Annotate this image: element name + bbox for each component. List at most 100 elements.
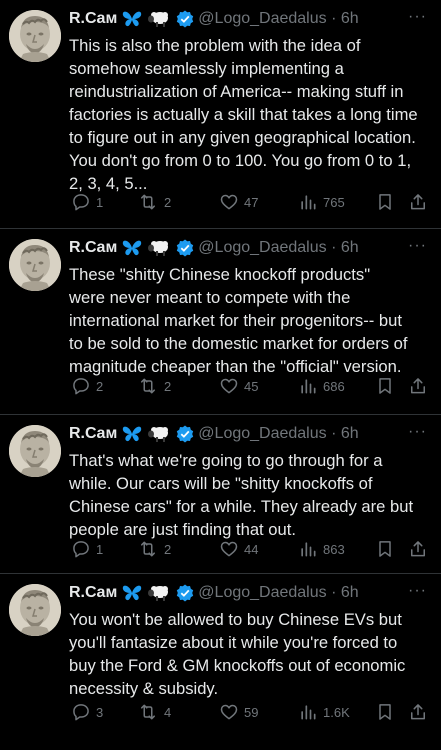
retweet-button[interactable]: 2 [137, 537, 171, 561]
tweet-text-line: to be sold to the domestic market for or… [69, 334, 408, 353]
handle-and-time[interactable]: @Logo_Daedalus · 6h [198, 425, 358, 443]
author-name[interactable]: R.Cам [69, 584, 117, 602]
tweet[interactable]: R.Cам @Logo_Daedalus · 6h ··· This is al… [0, 0, 441, 229]
avatar[interactable] [9, 239, 61, 291]
verified-badge-icon [176, 584, 194, 602]
tweet[interactable]: R.Cам @Logo_Daedalus · 6h ··· These "shi… [0, 229, 441, 415]
view-count: 1.6K [323, 704, 350, 720]
retweet-icon [141, 541, 155, 557]
tweet-thread: R.Cам @Logo_Daedalus · 6h ··· This is al… [0, 0, 441, 750]
more-options-icon[interactable]: ··· [408, 423, 427, 441]
sheep-icon [147, 10, 171, 28]
tweet-actions: 2 2 45 686 [67, 374, 433, 398]
avatar[interactable] [9, 584, 61, 636]
timestamp[interactable]: 6h [341, 425, 359, 442]
tweet-text-line: somehow seamlessly implementing a [69, 59, 344, 78]
retweet-icon [141, 194, 155, 210]
tweet[interactable]: R.Cам @Logo_Daedalus · 6h ··· You won't … [0, 574, 441, 750]
avatar[interactable] [9, 425, 61, 477]
reply-count: 2 [96, 378, 104, 394]
views-button[interactable]: 863 [298, 537, 345, 561]
tweet-text-line: reindustrialization of America-- making … [69, 82, 404, 101]
view-count: 765 [323, 194, 345, 210]
more-options-icon[interactable]: ··· [408, 237, 427, 255]
like-button[interactable]: 59 [219, 700, 258, 724]
heart-icon [220, 541, 238, 557]
sheep-icon [147, 239, 171, 257]
like-button[interactable]: 47 [219, 190, 258, 214]
bookmark-button[interactable] [375, 190, 395, 214]
butterfly-icon [122, 10, 142, 28]
separator-dot: · [326, 239, 341, 256]
bookmark-icon [379, 378, 391, 394]
views-chart-icon [301, 379, 316, 394]
reply-button[interactable]: 1 [71, 190, 103, 214]
sheep-icon [147, 584, 171, 602]
views-button[interactable]: 686 [298, 374, 345, 398]
tweet-text: These "shitty Chinese knockoff products"… [69, 263, 435, 378]
retweet-button[interactable]: 4 [137, 700, 171, 724]
view-count: 863 [323, 541, 345, 557]
views-chart-icon [301, 705, 316, 720]
tweet-text-line: necessity & subsidy. [69, 679, 219, 698]
tweet-header: R.Cам @Logo_Daedalus · 6h ··· [69, 237, 434, 259]
author-handle[interactable]: @Logo_Daedalus [198, 584, 326, 601]
timestamp[interactable]: 6h [341, 10, 359, 27]
like-button[interactable]: 45 [219, 374, 258, 398]
share-button[interactable] [408, 190, 428, 214]
share-button[interactable] [408, 700, 428, 724]
reply-icon [73, 194, 89, 211]
tweet-text: You won't be allowed to buy Chinese EVs … [69, 608, 435, 700]
retweet-count: 2 [164, 541, 172, 557]
butterfly-icon [122, 584, 142, 602]
like-count: 47 [244, 194, 259, 210]
reply-button[interactable]: 1 [71, 537, 103, 561]
share-button[interactable] [408, 537, 428, 561]
views-chart-icon [301, 195, 316, 210]
reply-icon [73, 378, 89, 395]
author-handle[interactable]: @Logo_Daedalus [198, 10, 326, 27]
author-name[interactable]: R.Cам [69, 10, 117, 28]
reply-button[interactable]: 2 [71, 374, 103, 398]
tweet-actions: 3 4 59 1.6K [67, 700, 433, 724]
more-options-icon[interactable]: ··· [408, 8, 427, 26]
verified-badge-icon [176, 239, 194, 257]
bookmark-button[interactable] [375, 374, 395, 398]
retweet-button[interactable]: 2 [137, 374, 171, 398]
bookmark-button[interactable] [375, 700, 395, 724]
retweet-count: 2 [164, 378, 172, 394]
views-button[interactable]: 765 [298, 190, 345, 214]
reply-button[interactable]: 3 [71, 700, 103, 724]
author-handle[interactable]: @Logo_Daedalus [198, 425, 326, 442]
handle-and-time[interactable]: @Logo_Daedalus · 6h [198, 584, 358, 602]
reply-icon [73, 541, 89, 558]
bookmark-button[interactable] [375, 537, 395, 561]
separator-dot: · [326, 425, 341, 442]
more-options-icon[interactable]: ··· [408, 582, 427, 600]
tweet-actions: 1 2 44 863 [67, 537, 433, 561]
reply-icon [73, 704, 89, 721]
retweet-button[interactable]: 2 [137, 190, 171, 214]
reply-count: 3 [96, 704, 104, 720]
handle-and-time[interactable]: @Logo_Daedalus · 6h [198, 10, 358, 28]
views-button[interactable]: 1.6K [298, 700, 350, 724]
tweet-text: That's what we're going to go through fo… [69, 449, 435, 541]
share-button[interactable] [408, 374, 428, 398]
share-icon [411, 704, 425, 720]
reply-count: 1 [96, 194, 104, 210]
tweet[interactable]: R.Cам @Logo_Daedalus · 6h ··· That's wha… [0, 415, 441, 574]
tweet-header: R.Cам @Logo_Daedalus · 6h ··· [69, 8, 434, 30]
timestamp[interactable]: 6h [341, 584, 359, 601]
author-name[interactable]: R.Cам [69, 239, 117, 257]
retweet-icon [141, 378, 155, 394]
author-handle[interactable]: @Logo_Daedalus [198, 239, 326, 256]
share-icon [411, 541, 425, 557]
handle-and-time[interactable]: @Logo_Daedalus · 6h [198, 239, 358, 257]
tweet-text-line: were never meant to compete with the [69, 288, 351, 307]
like-button[interactable]: 44 [219, 537, 258, 561]
avatar[interactable] [9, 10, 61, 62]
separator-dot: · [326, 584, 341, 601]
like-count: 44 [244, 541, 259, 557]
timestamp[interactable]: 6h [341, 239, 359, 256]
author-name[interactable]: R.Cам [69, 425, 117, 443]
